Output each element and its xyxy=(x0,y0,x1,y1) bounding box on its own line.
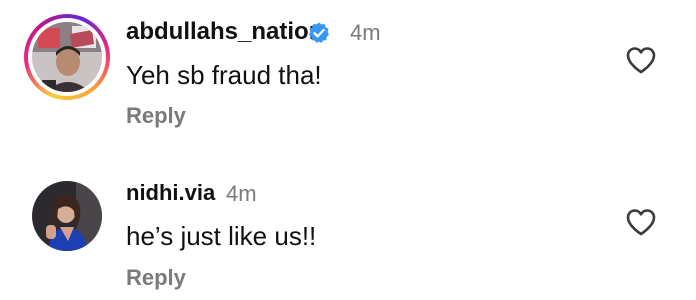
heart-outline-icon[interactable] xyxy=(625,45,657,75)
reply-button[interactable]: Reply xyxy=(126,265,186,291)
comment-timestamp: 4m xyxy=(350,20,381,45)
comment-text: Yeh sb fraud tha! xyxy=(126,60,322,90)
heart-outline-icon[interactable] xyxy=(625,207,657,237)
avatar-photo xyxy=(32,22,102,92)
comment-item: abdullahs_nation 4m Yeh sb fraud tha! Re… xyxy=(0,0,696,150)
verified-badge-icon xyxy=(309,22,329,43)
avatar[interactable] xyxy=(32,22,102,92)
comment-username[interactable]: nidhi.via xyxy=(126,180,215,206)
story-ring[interactable] xyxy=(24,14,110,100)
comment-timestamp: 4m xyxy=(226,181,257,206)
avatar-photo xyxy=(32,181,102,251)
reply-button[interactable]: Reply xyxy=(126,103,186,129)
avatar[interactable] xyxy=(32,181,102,251)
comment-username[interactable]: abdullahs_nation xyxy=(126,18,323,46)
comment-item: nidhi.via 4m he’s just like us!! Reply xyxy=(0,150,696,300)
comment-text: he’s just like us!! xyxy=(126,221,317,251)
